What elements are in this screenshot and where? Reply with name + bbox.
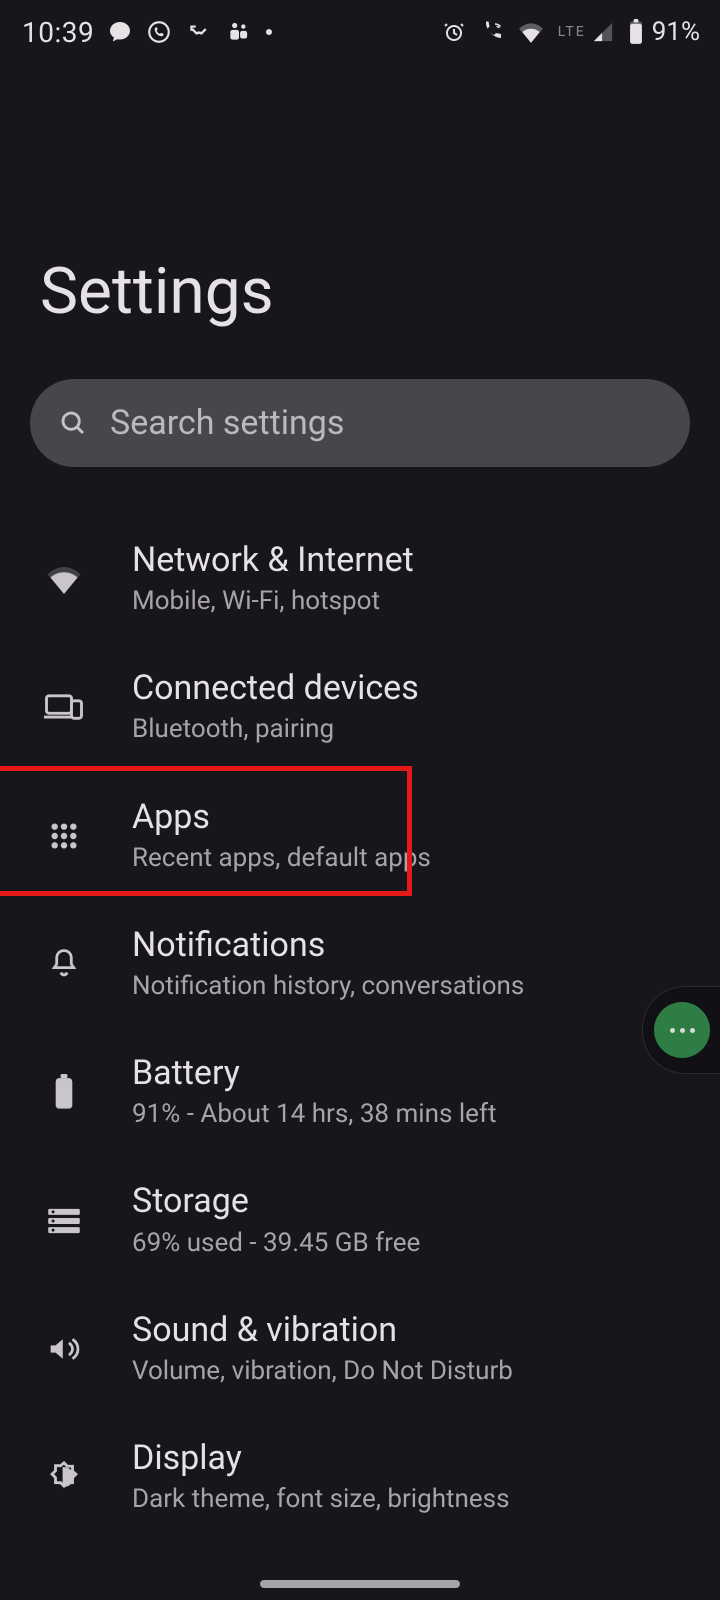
- wifi-calling-icon: [480, 20, 504, 44]
- settings-item-storage[interactable]: Storage 69% used - 39.45 GB free: [0, 1156, 720, 1284]
- item-subtitle: Notification history, conversations: [132, 971, 524, 1002]
- battery-icon: [628, 19, 644, 45]
- apps-grid-icon: [40, 812, 88, 860]
- settings-item-sound[interactable]: Sound & vibration Volume, vibration, Do …: [0, 1285, 720, 1413]
- storage-icon: [40, 1197, 88, 1245]
- wifi-icon: [40, 555, 88, 603]
- brightness-icon: [40, 1453, 88, 1501]
- more-notifications-dot: [266, 29, 272, 35]
- item-subtitle: Recent apps, default apps: [132, 843, 431, 874]
- search-icon: [58, 408, 88, 438]
- alarm-icon: [442, 20, 466, 44]
- wifi-icon: [518, 21, 544, 43]
- item-subtitle: 91% - About 14 hrs, 38 mins left: [132, 1099, 497, 1130]
- item-subtitle: 69% used - 39.45 GB free: [132, 1228, 420, 1259]
- item-title: Display: [132, 1439, 510, 1478]
- item-title: Storage: [132, 1182, 420, 1221]
- signal-icon: [592, 21, 614, 43]
- item-title: Apps: [132, 798, 431, 837]
- status-bar: 10:39 LTE: [0, 0, 720, 64]
- navigation-gesture-bar[interactable]: [260, 1580, 460, 1588]
- settings-item-display[interactable]: Display Dark theme, font size, brightnes…: [0, 1413, 720, 1541]
- settings-list: Network & Internet Mobile, Wi-Fi, hotspo…: [0, 515, 720, 1541]
- status-clock: 10:39: [22, 16, 94, 49]
- item-title: Network & Internet: [132, 541, 414, 580]
- item-subtitle: Volume, vibration, Do Not Disturb: [132, 1356, 513, 1387]
- status-left: 10:39: [22, 16, 272, 49]
- lte-label: LTE: [558, 24, 586, 40]
- status-right: LTE 91%: [442, 17, 700, 47]
- battery-icon: [40, 1068, 88, 1116]
- bell-icon: [40, 940, 88, 988]
- item-title: Sound & vibration: [132, 1311, 513, 1350]
- assistant-fab[interactable]: [642, 986, 720, 1074]
- more-icon: [654, 1002, 710, 1058]
- settings-item-notifications[interactable]: Notifications Notification history, conv…: [0, 900, 720, 1028]
- item-title: Battery: [132, 1054, 497, 1093]
- whatsapp-icon: [146, 19, 172, 45]
- sound-icon: [40, 1325, 88, 1373]
- item-title: Connected devices: [132, 669, 419, 708]
- settings-item-connected[interactable]: Connected devices Bluetooth, pairing: [0, 643, 720, 771]
- item-subtitle: Mobile, Wi-Fi, hotspot: [132, 586, 414, 617]
- missed-call-icon: [186, 19, 212, 45]
- devices-icon: [40, 683, 88, 731]
- item-subtitle: Dark theme, font size, brightness: [132, 1484, 510, 1515]
- item-subtitle: Bluetooth, pairing: [132, 714, 419, 745]
- chat-icon: [108, 20, 132, 44]
- battery-percentage: 91%: [652, 17, 700, 47]
- settings-item-network[interactable]: Network & Internet Mobile, Wi-Fi, hotspo…: [0, 515, 720, 643]
- page-title: Settings: [0, 64, 720, 329]
- item-title: Notifications: [132, 926, 524, 965]
- settings-item-apps[interactable]: Apps Recent apps, default apps: [0, 772, 720, 900]
- search-settings[interactable]: Search settings: [30, 379, 690, 467]
- teams-icon: [226, 19, 252, 45]
- settings-item-battery[interactable]: Battery 91% - About 14 hrs, 38 mins left: [0, 1028, 720, 1156]
- search-placeholder: Search settings: [110, 403, 344, 443]
